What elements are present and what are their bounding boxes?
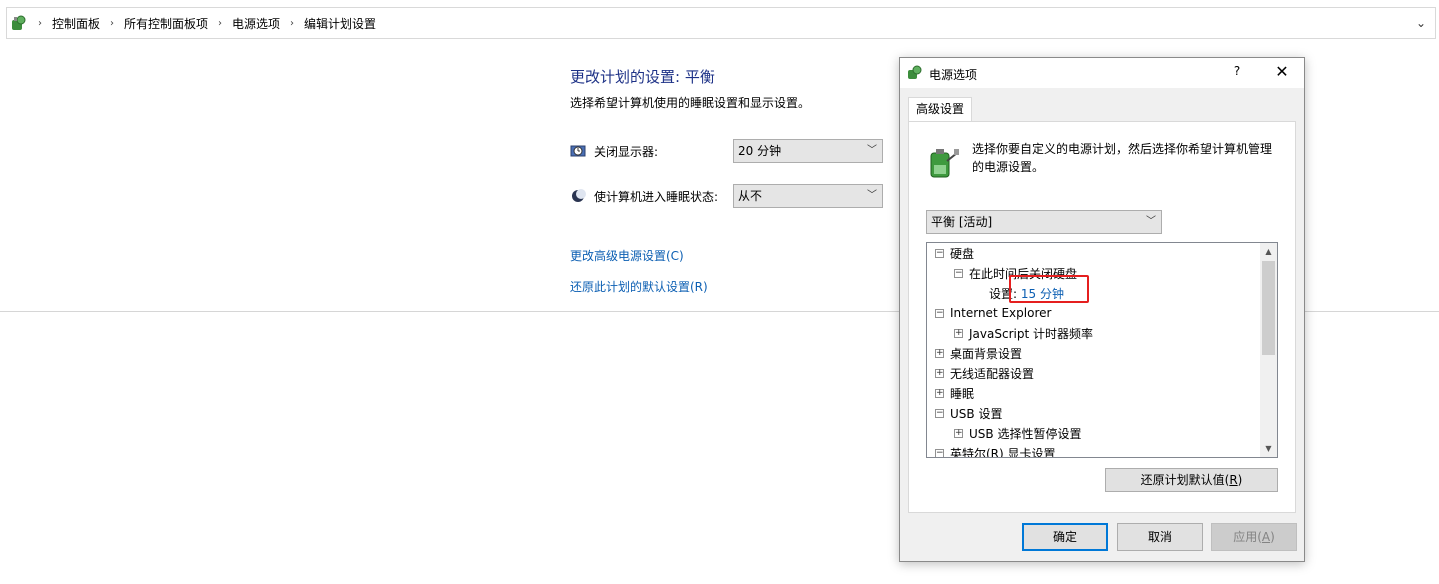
tab-advanced-settings[interactable]: 高级设置	[908, 97, 972, 122]
chevron-right-icon: ›	[110, 17, 115, 29]
dialog-titlebar[interactable]: 电源选项 ? ✕	[900, 58, 1304, 88]
tree-item[interactable]: − USB 设置	[935, 403, 1002, 423]
monitor-icon	[570, 142, 588, 160]
dialog-title: 电源选项	[929, 68, 978, 82]
tree-item[interactable]: + USB 选择性暂停设置	[954, 423, 1081, 443]
plan-select[interactable]: 平衡 [活动] ﹀	[926, 210, 1162, 234]
tree-item[interactable]: − Internet Explorer	[935, 303, 1051, 323]
expand-icon[interactable]: +	[954, 328, 963, 338]
chevron-down-icon: ﹀	[867, 145, 877, 156]
tree-item[interactable]: + 桌面背景设置	[935, 343, 1022, 363]
help-button[interactable]: ?	[1230, 64, 1244, 78]
breadcrumb-power-options[interactable]: 电源选项	[228, 15, 284, 32]
setting-value-link[interactable]: 15 分钟	[1021, 285, 1064, 302]
breadcrumb-all-items[interactable]: 所有控制面板项	[120, 15, 212, 32]
sleep-row: 使计算机进入睡眠状态:	[570, 187, 718, 205]
address-bar[interactable]: › 控制面板 › 所有控制面板项 › 电源选项 › 编辑计划设置 ⌄	[6, 7, 1436, 39]
page-subtitle: 选择希望计算机使用的睡眠设置和显示设置。	[570, 96, 811, 110]
page-title: 更改计划的设置: 平衡	[570, 68, 715, 86]
power-options-dialog: 电源选项 ? ✕ 高级设置 选择你要自定义的电源计划，然后选择你希望计算机管理的…	[899, 57, 1305, 562]
power-options-icon	[907, 65, 923, 81]
cancel-button[interactable]: 取消	[1117, 523, 1203, 551]
scroll-down-icon[interactable]: ▼	[1260, 440, 1277, 457]
expand-icon[interactable]: +	[954, 428, 963, 438]
display-off-select[interactable]: 20 分钟 ﹀	[733, 139, 883, 163]
breadcrumb: › 控制面板 › 所有控制面板项 › 电源选项 › 编辑计划设置	[32, 15, 380, 32]
settings-tree[interactable]: − 硬盘 − 在此时间后关闭硬盘 设置: 15 分钟 − Internet Ex…	[926, 242, 1278, 458]
collapse-icon[interactable]: −	[935, 308, 944, 318]
expand-icon[interactable]: +	[935, 348, 944, 358]
tree-scrollbar[interactable]: ▲ ▼	[1260, 243, 1277, 457]
collapse-icon[interactable]: −	[935, 408, 944, 418]
close-button[interactable]: ✕	[1272, 62, 1292, 82]
dialog-description: 选择你要自定义的电源计划，然后选择你希望计算机管理的电源设置。	[972, 142, 1273, 174]
moon-icon	[570, 187, 588, 205]
scrollbar-thumb[interactable]	[1262, 261, 1275, 355]
tree-item[interactable]: + 无线适配器设置	[935, 363, 1034, 383]
expand-icon[interactable]: +	[935, 368, 944, 378]
chevron-right-icon: ›	[290, 17, 295, 29]
plan-select-value: 平衡 [活动]	[931, 215, 993, 229]
collapse-icon[interactable]: −	[935, 448, 944, 457]
advanced-power-settings-link[interactable]: 更改高级电源设置(C)	[570, 247, 684, 264]
tree-item[interactable]: − 英特尔(R) 显卡设置	[935, 443, 1056, 457]
chevron-down-icon: ﹀	[867, 190, 877, 201]
collapse-icon[interactable]: −	[954, 268, 963, 278]
chevron-down-icon: ﹀	[1146, 216, 1156, 227]
tree-item[interactable]: − 在此时间后关闭硬盘	[954, 263, 1077, 283]
sleep-select[interactable]: 从不 ﹀	[733, 184, 883, 208]
tree-item-setting-value[interactable]: 设置: 15 分钟	[989, 283, 1064, 303]
chevron-right-icon: ›	[218, 17, 223, 29]
chevron-right-icon: ›	[38, 17, 42, 29]
chevron-down-icon[interactable]: ⌄	[1413, 15, 1429, 31]
expand-icon[interactable]: +	[935, 388, 944, 398]
sleep-value: 从不	[738, 189, 763, 203]
battery-plug-icon	[921, 141, 961, 181]
ok-button[interactable]: 确定	[1022, 523, 1108, 551]
apply-button[interactable]: 应用(A)	[1211, 523, 1297, 551]
scroll-up-icon[interactable]: ▲	[1260, 243, 1277, 260]
collapse-icon[interactable]: −	[935, 248, 944, 258]
display-off-label: 关闭显示器:	[594, 144, 659, 159]
sleep-label: 使计算机进入睡眠状态:	[594, 189, 719, 204]
restore-defaults-link[interactable]: 还原此计划的默认设置(R)	[570, 278, 708, 295]
tree-item[interactable]: + JavaScript 计时器频率	[954, 323, 1093, 343]
control-panel-icon	[10, 14, 28, 32]
display-off-row: 关闭显示器:	[570, 142, 658, 160]
tree-item[interactable]: − 硬盘	[935, 243, 974, 263]
breadcrumb-edit-plan[interactable]: 编辑计划设置	[300, 15, 380, 32]
breadcrumb-control-panel[interactable]: 控制面板	[48, 15, 104, 32]
tree-item[interactable]: + 睡眠	[935, 383, 974, 403]
display-off-value: 20 分钟	[738, 144, 782, 158]
restore-plan-defaults-button[interactable]: 还原计划默认值(R)	[1105, 468, 1278, 492]
